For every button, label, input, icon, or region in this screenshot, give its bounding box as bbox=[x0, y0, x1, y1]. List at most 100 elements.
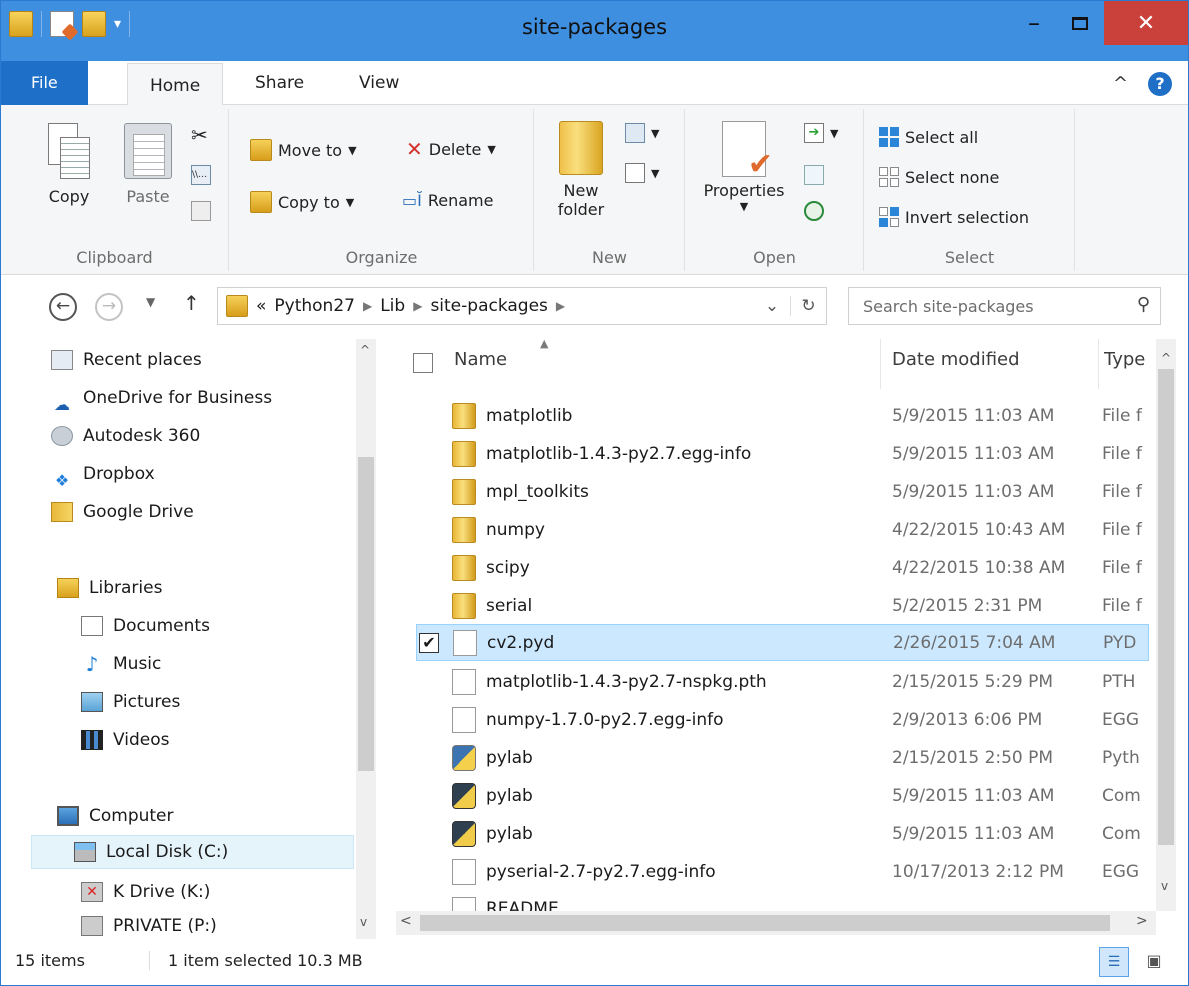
new-folder-button[interactable]: New folder bbox=[551, 121, 611, 219]
scroll-up-icon[interactable]: ^ bbox=[1161, 351, 1171, 365]
file-row[interactable]: scipy 4/22/2015 10:38 AM File f bbox=[416, 549, 1156, 586]
refresh-icon[interactable]: ↻ bbox=[790, 296, 826, 316]
column-divider[interactable] bbox=[1098, 339, 1099, 389]
nav-autodesk-360[interactable]: Autodesk 360 bbox=[51, 419, 200, 453]
nav-scrollbar-thumb[interactable] bbox=[358, 457, 374, 771]
column-date-modified[interactable]: Date modified bbox=[892, 349, 1020, 370]
column-divider[interactable] bbox=[880, 339, 881, 389]
paste-shortcut-button[interactable] bbox=[191, 201, 211, 221]
paste-button[interactable]: Paste bbox=[116, 123, 180, 206]
tab-view[interactable]: View bbox=[341, 61, 417, 105]
close-button[interactable]: ✕ bbox=[1104, 1, 1188, 45]
file-row-selected[interactable]: ✔ cv2.pyd 2/26/2015 7:04 AM PYD bbox=[416, 624, 1149, 661]
select-none-button[interactable]: Select none bbox=[879, 167, 999, 187]
easy-access-button[interactable]: ▼ bbox=[625, 163, 659, 183]
overflow-chevron[interactable]: « bbox=[256, 296, 266, 316]
properties-button[interactable]: Properties ▼ bbox=[694, 121, 794, 213]
file-list-hscrollbar[interactable]: < > bbox=[396, 911, 1156, 935]
nav-music[interactable]: ♪ Music bbox=[81, 647, 162, 681]
collapse-ribbon-icon[interactable]: ^ bbox=[1113, 73, 1128, 94]
open-button[interactable]: ➔ ▼ bbox=[804, 123, 838, 143]
new-item-button[interactable]: ▼ bbox=[625, 123, 659, 143]
recent-locations-chevron-icon[interactable]: ▼ bbox=[146, 295, 155, 309]
scroll-right-icon[interactable]: > bbox=[1136, 913, 1148, 929]
breadcrumb-separator-icon[interactable]: ▶ bbox=[556, 299, 565, 313]
column-name[interactable]: Name bbox=[454, 349, 507, 370]
file-row[interactable]: pylab 2/15/2015 2:50 PM Pyth bbox=[416, 739, 1156, 776]
large-icons-view-icon[interactable]: ▣ bbox=[1139, 947, 1169, 977]
file-row[interactable]: numpy 4/22/2015 10:43 AM File f bbox=[416, 511, 1156, 548]
forward-button[interactable]: → bbox=[95, 293, 123, 321]
breadcrumb-site-packages[interactable]: site-packages bbox=[430, 296, 547, 316]
file-row[interactable]: README bbox=[416, 891, 1156, 911]
scroll-down-icon[interactable]: v bbox=[1161, 879, 1168, 893]
nav-dropbox[interactable]: ❖ Dropbox bbox=[51, 457, 155, 491]
nav-local-disk-c[interactable]: Local Disk (C:) bbox=[31, 835, 354, 869]
details-view-icon[interactable]: ☰ bbox=[1099, 947, 1129, 977]
row-checkbox-checked[interactable]: ✔ bbox=[419, 632, 439, 653]
file-row[interactable]: pyserial-2.7-py2.7.egg-info 10/17/2013 2… bbox=[416, 853, 1156, 890]
rename-button[interactable]: ▭Ĭ Rename bbox=[402, 191, 493, 210]
nav-pictures[interactable]: Pictures bbox=[81, 685, 180, 719]
nav-google-drive[interactable]: Google Drive bbox=[51, 495, 194, 529]
breadcrumb-separator-icon[interactable]: ▶ bbox=[363, 299, 372, 313]
breadcrumb-python27[interactable]: Python27 bbox=[274, 296, 355, 316]
nav-private-p[interactable]: PRIVATE (P:) bbox=[81, 913, 217, 939]
help-icon[interactable]: ? bbox=[1148, 72, 1172, 96]
move-to-button[interactable]: Move to ▼ bbox=[250, 139, 357, 161]
copy-to-button[interactable]: Copy to ▼ bbox=[250, 191, 354, 213]
file-list-scrollbar-thumb[interactable] bbox=[1158, 369, 1174, 845]
nav-recent-places[interactable]: Recent places bbox=[51, 343, 202, 377]
select-all-button[interactable]: Select all bbox=[879, 127, 978, 147]
scroll-up-icon[interactable]: ^ bbox=[360, 343, 370, 357]
file-name: matplotlib bbox=[486, 405, 573, 426]
tab-share[interactable]: Share bbox=[237, 61, 322, 105]
file-row[interactable]: matplotlib-1.4.3-py2.7.egg-info 5/9/2015… bbox=[416, 435, 1156, 472]
nav-documents[interactable]: Documents bbox=[81, 609, 210, 643]
window-title: site-packages bbox=[521, 15, 668, 39]
tab-home[interactable]: Home bbox=[127, 63, 224, 106]
file-row[interactable]: pylab 5/9/2015 11:03 AM Com bbox=[416, 777, 1156, 814]
nav-libraries[interactable]: Libraries bbox=[57, 571, 162, 605]
file-row[interactable]: mpl_toolkits 5/9/2015 11:03 AM File f bbox=[416, 473, 1156, 510]
breadcrumb-lib[interactable]: Lib bbox=[380, 296, 405, 316]
file-row[interactable]: pylab 5/9/2015 11:03 AM Com bbox=[416, 815, 1156, 852]
search-input[interactable]: Search site-packages ⚲ bbox=[848, 287, 1161, 325]
column-type[interactable]: Type bbox=[1104, 349, 1154, 370]
copy-button[interactable]: Copy bbox=[39, 123, 99, 206]
edit-button[interactable] bbox=[804, 165, 824, 185]
select-all-checkbox[interactable] bbox=[413, 353, 433, 373]
nav-videos[interactable]: Videos bbox=[81, 723, 170, 757]
scroll-left-icon[interactable]: < bbox=[400, 913, 412, 929]
file-row[interactable]: serial 5/2/2015 2:31 PM File f bbox=[416, 587, 1156, 624]
scroll-down-icon[interactable]: v bbox=[360, 915, 367, 929]
nav-scrollbar[interactable]: ^ v bbox=[356, 339, 376, 939]
file-row[interactable]: numpy-1.7.0-py2.7.egg-info 2/9/2013 6:06… bbox=[416, 701, 1156, 738]
file-row[interactable]: matplotlib-1.4.3-py2.7-nspkg.pth 2/15/20… bbox=[416, 663, 1156, 700]
onedrive-cloud-icon: ☁ bbox=[54, 395, 70, 414]
tab-file[interactable]: File bbox=[1, 61, 88, 105]
copy-path-button[interactable]: \\… bbox=[191, 165, 211, 185]
file-list-hscrollbar-thumb[interactable] bbox=[420, 915, 1110, 931]
search-icon[interactable]: ⚲ bbox=[1137, 294, 1150, 315]
nav-computer[interactable]: Computer bbox=[57, 799, 174, 833]
delete-button[interactable]: ✕ Delete ▼ bbox=[406, 137, 496, 161]
invert-selection-icon bbox=[879, 207, 899, 227]
nav-k-drive[interactable]: ✕ K Drive (K:) bbox=[81, 875, 210, 909]
pictures-icon bbox=[81, 692, 103, 712]
file-type: File f bbox=[1102, 443, 1142, 464]
back-button[interactable]: ← bbox=[49, 293, 77, 321]
file-list-scrollbar[interactable]: ^ v bbox=[1156, 339, 1176, 911]
maximize-button[interactable] bbox=[1057, 1, 1103, 45]
invert-selection-button[interactable]: Invert selection bbox=[879, 207, 1029, 227]
minimize-button[interactable]: – bbox=[1011, 1, 1057, 45]
file-type: EGG bbox=[1102, 709, 1140, 730]
file-row[interactable]: matplotlib 5/9/2015 11:03 AM File f bbox=[416, 397, 1156, 434]
nav-onedrive[interactable]: ☁ OneDrive for Business bbox=[51, 381, 272, 415]
history-button[interactable] bbox=[804, 201, 824, 221]
chevron-down-icon[interactable]: ⌄ bbox=[754, 296, 790, 316]
up-arrow-icon[interactable]: ↑ bbox=[183, 291, 200, 315]
breadcrumb-separator-icon[interactable]: ▶ bbox=[413, 299, 422, 313]
address-bar[interactable]: « Python27 ▶ Lib ▶ site-packages ▶ ⌄ ↻ bbox=[217, 287, 827, 325]
cut-button[interactable]: ✂ bbox=[191, 123, 208, 147]
